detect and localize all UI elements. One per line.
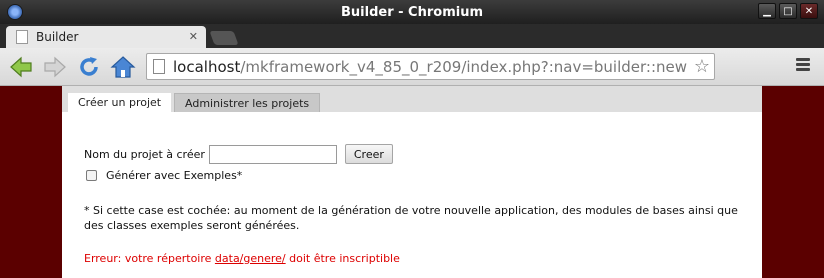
page-viewport: Créer un projet Administrer les projets … — [0, 86, 824, 278]
reload-button[interactable] — [76, 54, 102, 80]
project-name-row: Nom du projet à créer Creer — [84, 144, 393, 164]
home-button[interactable] — [110, 54, 136, 80]
reload-icon — [80, 57, 98, 76]
window-title: Builder - Chromium — [341, 4, 483, 20]
generate-examples-checkbox[interactable] — [86, 170, 97, 181]
page-icon — [16, 30, 28, 44]
maximize-button[interactable]: □ — [779, 3, 797, 19]
close-window-button[interactable]: ✕ — [800, 3, 818, 19]
forward-button[interactable] — [42, 54, 68, 80]
error-message: Erreur: votre répertoire data/genere/ do… — [84, 252, 400, 265]
address-bar[interactable]: localhost/mkframework_v4_85_0_r209/index… — [146, 53, 715, 80]
browser-tabstrip: Builder ✕ — [0, 24, 824, 48]
url-path: /mkframework_v4_85_0_r209/index.php?:nav… — [240, 57, 688, 76]
window-controls: ▁ □ ✕ — [758, 3, 818, 19]
page-icon — [153, 59, 165, 74]
examples-note: * Si cette case est cochée: au moment de… — [84, 204, 738, 232]
error-suffix: doit être inscriptible — [285, 252, 400, 265]
examples-row: Générer avec Exemples* — [86, 169, 242, 182]
page-tabs: Créer un projet Administrer les projets — [62, 86, 762, 112]
tab-close-icon[interactable]: ✕ — [189, 30, 198, 43]
browser-toolbar: localhost/mkframework_v4_85_0_r209/index… — [0, 48, 824, 86]
new-tab-button[interactable] — [209, 31, 239, 45]
bookmark-star-icon[interactable]: ☆ — [694, 56, 710, 77]
builder-panel: Créer un projet Administrer les projets … — [62, 86, 762, 278]
back-button[interactable] — [8, 54, 34, 80]
error-directory-link[interactable]: data/genere/ — [215, 252, 286, 265]
menu-button[interactable] — [796, 58, 810, 73]
back-arrow-icon — [10, 56, 32, 78]
chromium-icon — [7, 4, 23, 20]
forward-arrow-icon — [44, 56, 66, 78]
error-prefix: Erreur: votre répertoire — [84, 252, 215, 265]
browser-tab-title: Builder — [36, 30, 79, 44]
browser-tab[interactable]: Builder ✕ — [6, 26, 206, 48]
project-name-input[interactable] — [208, 144, 337, 164]
home-icon — [110, 56, 136, 78]
project-name-label: Nom du projet à créer — [84, 147, 205, 161]
url-host: localhost — [173, 57, 241, 76]
create-button[interactable]: Creer — [344, 144, 393, 164]
generate-examples-label: Générer avec Exemples* — [106, 169, 243, 182]
minimize-button[interactable]: ▁ — [758, 3, 776, 19]
window-titlebar: Builder - Chromium ▁ □ ✕ — [0, 0, 824, 24]
tab-create-project[interactable]: Créer un projet — [68, 93, 172, 112]
tab-manage-projects[interactable]: Administrer les projets — [174, 93, 321, 112]
